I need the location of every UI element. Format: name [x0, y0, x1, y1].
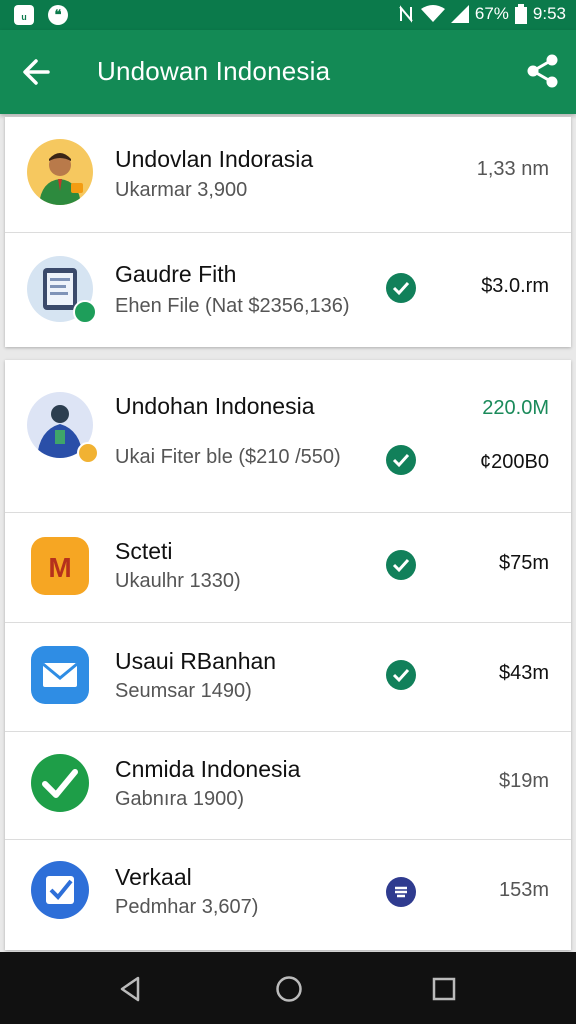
- item-name: Verkaal: [115, 864, 192, 890]
- item-subtitle: Ukarmar 3,900: [115, 179, 248, 201]
- navigation-bar: [0, 952, 576, 1024]
- message-icon: ❝: [48, 5, 68, 25]
- doc-check-icon: [31, 861, 89, 919]
- item-subtitle: Ehen File (Nat $2356,136): [115, 295, 350, 317]
- item-subtitle: Pedmhar 3,607): [115, 896, 259, 918]
- battery-icon: [514, 4, 527, 24]
- back-arrow-icon[interactable]: [18, 54, 54, 90]
- battery-percent: 67%: [474, 4, 509, 23]
- status-bar: ᵤ ❝ 67% 9:53: [0, 0, 576, 30]
- item-amount: $19m: [498, 770, 549, 792]
- item-amount: ¢200B0: [480, 451, 549, 473]
- check-app-icon: [31, 754, 89, 812]
- page-title: Undowan Indonesia: [97, 56, 331, 86]
- item-amount: $3.0.rm: [481, 275, 549, 297]
- nav-back-icon[interactable]: [116, 974, 146, 1004]
- item-amount: 1,33 nm: [476, 158, 549, 180]
- signal-icon: [450, 5, 469, 23]
- check-circle-icon: [386, 273, 416, 303]
- item-subtitle: Ukaulhr 1330): [115, 570, 241, 592]
- menu-circle-icon: [386, 877, 416, 907]
- item-name: Usaui RBanhan: [115, 648, 277, 674]
- app-bar: Undowan Indonesia: [0, 30, 576, 114]
- clock: 9:53: [532, 4, 566, 23]
- list-item[interactable]: Undohan Indonesia Ukai Fiter ble ($210 /…: [5, 360, 571, 513]
- avatar: [27, 139, 93, 205]
- item-subtitle: Ukai Fiter ble ($210 /550): [115, 446, 341, 468]
- item-amount: 153m: [498, 879, 549, 901]
- item-subtitle: Gabnıra 1900): [115, 788, 244, 810]
- wifi-icon: [420, 5, 445, 22]
- nav-recents-icon[interactable]: [429, 974, 459, 1004]
- transaction-card-top: Undovlan Indorasia Ukarmar 3,900 1,33 nm…: [5, 117, 571, 347]
- item-subtitle: Seumsar 1490): [115, 680, 252, 702]
- list-item[interactable]: Undovlan Indorasia Ukarmar 3,900 1,33 nm: [5, 117, 571, 233]
- item-name: Undohan Indonesia: [115, 393, 315, 419]
- warning-badge-icon: [77, 442, 99, 464]
- item-name: Undovlan Indorasia: [115, 146, 314, 172]
- list-item[interactable]: M Scteti Ukaulhr 1330) $75m: [5, 512, 571, 623]
- item-amount: $43m: [498, 662, 549, 684]
- check-circle-icon: [386, 660, 416, 690]
- svg-text:M: M: [48, 552, 71, 583]
- list-item[interactable]: Verkaal Pedmhar 3,607) 153m: [5, 839, 571, 950]
- item-name: Gaudre Fith: [115, 261, 237, 287]
- item-amount: $75m: [498, 552, 549, 574]
- list-item[interactable]: Gaudre Fith Ehen File (Nat $2356,136) $3…: [5, 232, 571, 347]
- item-name: Cnmida Indonesia: [115, 756, 301, 782]
- mail-m-icon: M: [31, 537, 89, 595]
- verified-badge-icon: [73, 300, 97, 324]
- notification-icon: ᵤ: [14, 5, 34, 25]
- check-circle-icon: [386, 550, 416, 580]
- item-name: Scteti: [115, 538, 173, 564]
- list-item[interactable]: Cnmida Indonesia Gabnıra 1900) $19m: [5, 731, 571, 840]
- check-circle-icon: [386, 445, 416, 475]
- item-amount-top: 220.0M: [482, 397, 549, 419]
- transaction-card-bottom: Undohan Indonesia Ukai Fiter ble ($210 /…: [5, 360, 571, 950]
- email-icon: [31, 646, 89, 704]
- list-item[interactable]: Usaui RBanhan Seumsar 1490) $43m: [5, 622, 571, 732]
- nfc-icon: [399, 5, 413, 23]
- share-icon[interactable]: [524, 52, 562, 90]
- nav-home-icon[interactable]: [274, 974, 304, 1004]
